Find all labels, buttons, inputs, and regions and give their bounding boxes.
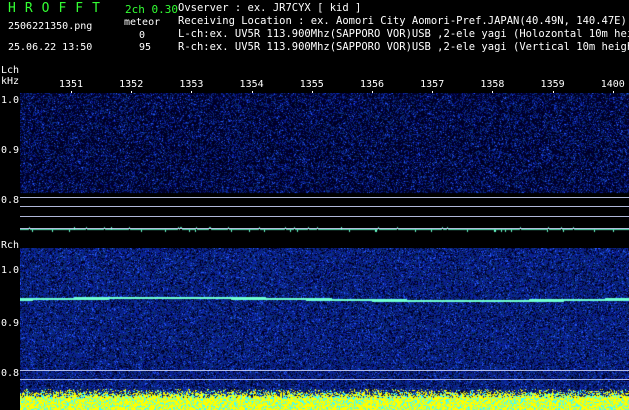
unit-label: kHz xyxy=(1,76,20,87)
app-title: HROFFT xyxy=(8,1,109,16)
rch-label: Rch xyxy=(1,240,20,251)
lch-spectrogram xyxy=(20,93,629,233)
rch-grid-line xyxy=(20,370,629,371)
station-info: Ovserver : ex. JR7CYX [ kid ] Receiving … xyxy=(178,2,629,54)
rch-grid-line xyxy=(20,379,629,380)
meteor-rch-count: 95 xyxy=(139,42,152,53)
lch-freq-tick: 1.0 xyxy=(1,95,20,106)
time-tick-label: 1351 xyxy=(58,79,84,90)
time-tick-label: 1356 xyxy=(359,79,385,90)
time-tick-label: 1358 xyxy=(480,79,505,90)
time-tick-label: 1357 xyxy=(420,79,445,90)
file-name: 2506221350.png xyxy=(8,21,93,32)
observer-line: Ovserver : ex. JR7CYX [ kid ] xyxy=(178,2,362,14)
lch-freq-tick: 0.8 xyxy=(1,195,20,206)
file-datetime: 25.06.22 13:50 xyxy=(8,42,93,53)
location-line: Receiving Location : ex. Aomori City Aom… xyxy=(178,15,627,27)
lch-waterfall-canvas xyxy=(20,93,629,233)
rch-freq-tick: 1.0 xyxy=(1,265,20,276)
rch-freq-tick: 0.9 xyxy=(1,318,20,329)
time-tick-label: 1400 xyxy=(600,79,625,90)
time-tick-label: 1353 xyxy=(179,79,204,90)
lch-grid-line xyxy=(20,228,629,229)
lch-description: L-ch:ex. UV5R 113.900Mhz(SAPPORO VOR)USB… xyxy=(178,28,629,40)
rch-spectrogram xyxy=(20,248,629,410)
app-version: 2ch 0.30 xyxy=(125,3,178,16)
time-tick-label: 1355 xyxy=(299,79,324,90)
meteor-label: meteor xyxy=(124,17,161,28)
lch-grid-line xyxy=(20,216,629,217)
lch-grid-line xyxy=(20,206,629,207)
lch-label: Lch xyxy=(1,65,20,76)
rch-description: R-ch:ex. UV5R 113.900Mhz(SAPPORO VOR)USB… xyxy=(178,41,629,53)
time-tick-label: 1352 xyxy=(119,79,144,90)
time-tick-label: 1354 xyxy=(239,79,264,90)
rch-waterfall-canvas xyxy=(20,248,629,410)
time-tick-label: 1359 xyxy=(540,79,565,90)
lch-freq-tick: 0.9 xyxy=(1,145,20,156)
rch-freq-tick: 0.8 xyxy=(1,368,20,379)
lch-grid-line xyxy=(20,197,629,198)
